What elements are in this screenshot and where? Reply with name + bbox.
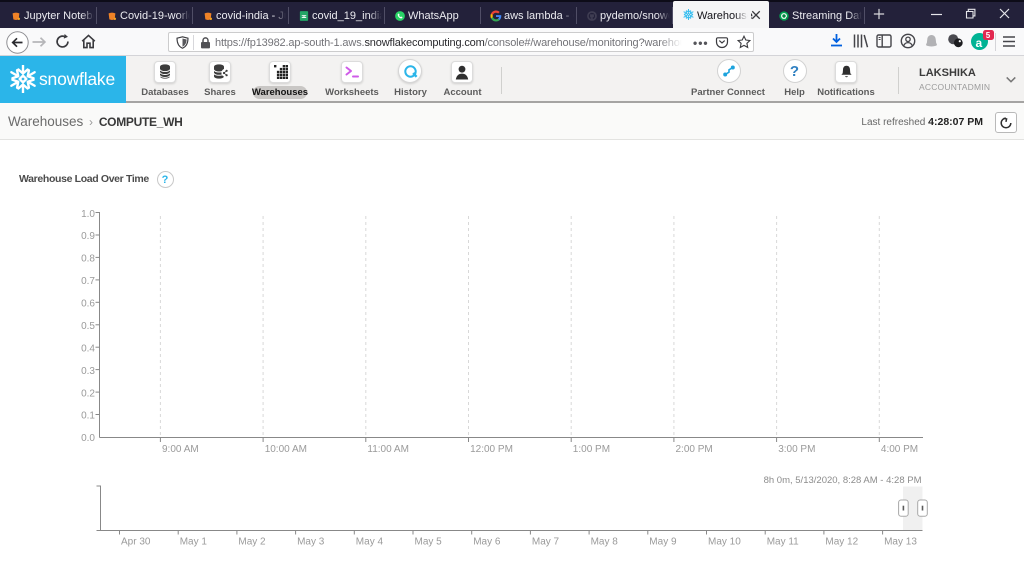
svg-text:0.6: 0.6 xyxy=(81,299,95,310)
svg-text:1:00 PM: 1:00 PM xyxy=(573,444,610,455)
svg-text:May 1: May 1 xyxy=(180,536,208,547)
svg-text:0.4: 0.4 xyxy=(81,343,95,354)
svg-text:May 6: May 6 xyxy=(473,536,501,547)
svg-text:May 8: May 8 xyxy=(591,536,619,547)
svg-text:0.0: 0.0 xyxy=(81,433,95,444)
svg-text:0.1: 0.1 xyxy=(81,411,95,422)
svg-text:May 5: May 5 xyxy=(415,536,443,547)
svg-text:2:00 PM: 2:00 PM xyxy=(676,444,713,455)
svg-text:0.2: 0.2 xyxy=(81,388,95,399)
svg-text:May 4: May 4 xyxy=(356,536,384,547)
svg-text:May 13: May 13 xyxy=(884,536,917,547)
svg-text:May 7: May 7 xyxy=(532,536,560,547)
svg-text:9:00 AM: 9:00 AM xyxy=(162,444,199,455)
svg-text:0.3: 0.3 xyxy=(81,366,95,377)
svg-text:8h 0m, 5/13/2020, 8:28 AM - 4:: 8h 0m, 5/13/2020, 8:28 AM - 4:28 PM xyxy=(764,475,922,486)
svg-text:0.5: 0.5 xyxy=(81,321,95,332)
svg-text:May 3: May 3 xyxy=(297,536,325,547)
svg-text:May 9: May 9 xyxy=(649,536,677,547)
svg-text:10:00 AM: 10:00 AM xyxy=(265,444,307,455)
svg-text:3:00 PM: 3:00 PM xyxy=(778,444,815,455)
svg-text:0.8: 0.8 xyxy=(81,254,95,265)
svg-text:4:00 PM: 4:00 PM xyxy=(881,444,918,455)
svg-text:12:00 PM: 12:00 PM xyxy=(470,444,513,455)
svg-text:May 10: May 10 xyxy=(708,536,741,547)
svg-text:0.9: 0.9 xyxy=(81,231,95,242)
svg-text:May 12: May 12 xyxy=(825,536,858,547)
svg-text:11:00 AM: 11:00 AM xyxy=(367,444,409,455)
svg-text:May 11: May 11 xyxy=(767,536,799,547)
svg-text:Apr 30: Apr 30 xyxy=(121,536,151,547)
svg-text:May 2: May 2 xyxy=(238,536,266,547)
svg-text:0.7: 0.7 xyxy=(81,276,95,287)
svg-text:1.0: 1.0 xyxy=(81,209,95,220)
